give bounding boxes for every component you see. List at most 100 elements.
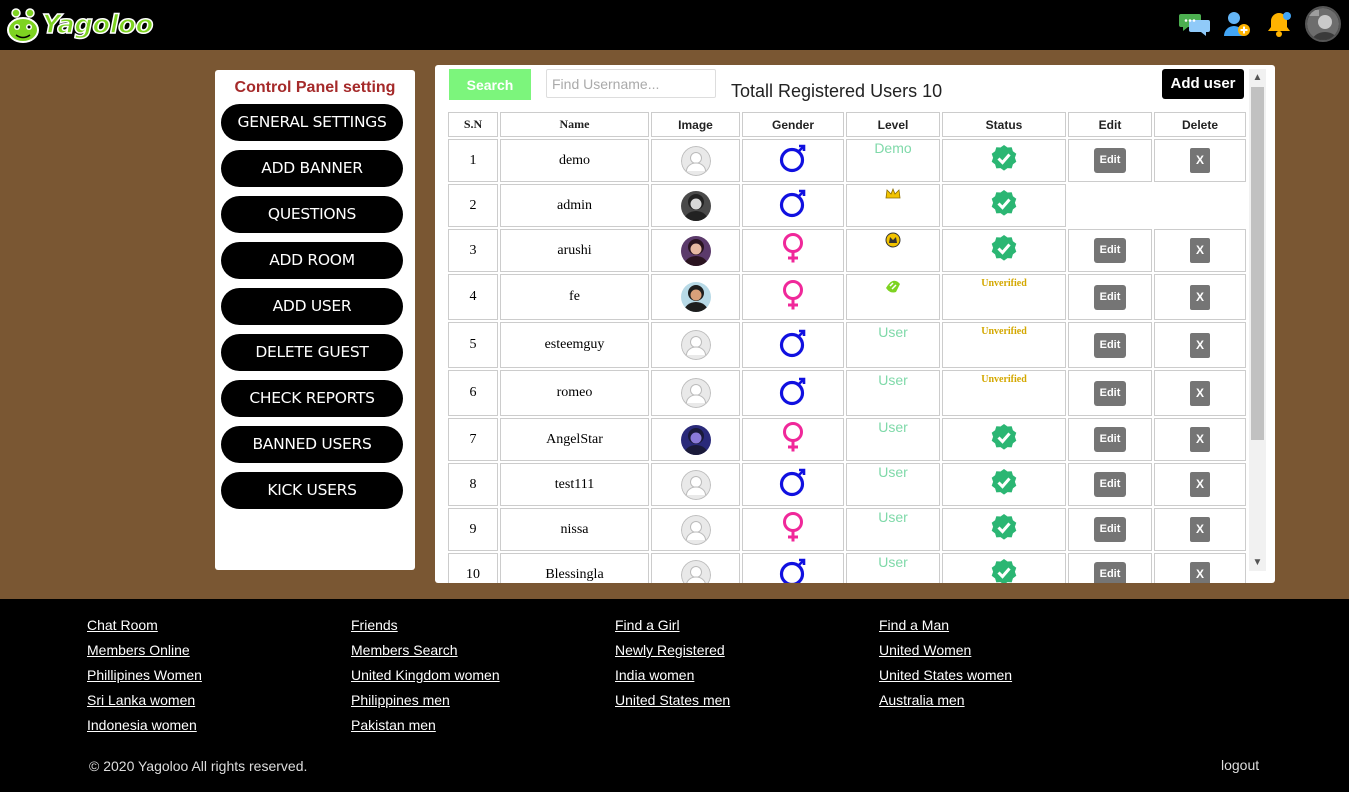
footer-link-pakistan-men[interactable]: Pakistan men [351,716,500,741]
cell-delete: X [1154,139,1246,182]
footer-link-find-a-girl[interactable]: Find a Girl [615,616,730,641]
delete-button[interactable]: X [1190,380,1210,406]
footer-link-united-states-women[interactable]: United States women [879,666,1012,691]
cell-name: admin [500,184,649,227]
footer-link-sri-lanka-women[interactable]: Sri Lanka women [87,691,202,716]
cell-level: User [846,370,940,416]
sidebar-item-kick-users[interactable]: KICK USERS [221,472,403,509]
edit-button[interactable]: Edit [1094,427,1126,452]
level-label: Demo [874,139,912,156]
cell-gender [742,463,844,506]
delete-button[interactable]: X [1190,472,1210,497]
cell-sn: 5 [448,322,498,368]
footer-link-india-women[interactable]: India women [615,666,730,691]
cell-level: User [846,508,940,551]
sidebar-item-add-banner[interactable]: ADD BANNER [221,150,403,187]
top-header: Yagoloo [0,0,1349,50]
table-row: 6 romeo User Unverified Edit X [448,370,1246,416]
footer-link-chat-room[interactable]: Chat Room [87,616,202,641]
footer-link-united-women[interactable]: United Women [879,641,1012,666]
cell-status [942,229,1066,272]
delete-button[interactable]: X [1190,238,1210,263]
cell-sn: 2 [448,184,498,227]
table-row: 7 AngelStar User Edit X [448,418,1246,461]
cell-delete: X [1154,322,1246,368]
footer-link-newly-registered[interactable]: Newly Registered [615,641,730,666]
avatar [680,424,711,455]
delete-button[interactable]: X [1190,517,1210,542]
cell-level [846,184,940,227]
delete-button[interactable]: X [1190,427,1210,452]
column-header-edit: Edit [1068,112,1152,137]
footer-link-philippines-men[interactable]: Philippines men [351,691,500,716]
cell-delete: X [1154,418,1246,461]
sidebar-item-add-user[interactable]: ADD USER [221,288,403,325]
footer-link-find-a-man[interactable]: Find a Man [879,616,1012,641]
scroll-up-icon[interactable]: ▲ [1249,69,1266,86]
column-header-delete: Delete [1154,112,1246,137]
sidebar-item-general-settings[interactable]: GENERAL SETTINGS [221,104,403,141]
delete-button[interactable]: X [1190,562,1210,583]
edit-button[interactable]: Edit [1094,238,1126,263]
footer-link-members-online[interactable]: Members Online [87,641,202,666]
sidebar-item-add-room[interactable]: ADD ROOM [221,242,403,279]
edit-button[interactable]: Edit [1094,332,1126,358]
sidebar-item-delete-guest[interactable]: DELETE GUEST [221,334,403,371]
footer-link-friends[interactable]: Friends [351,616,500,641]
sidebar-item-banned-users[interactable]: BANNED USERS [221,426,403,463]
search-button[interactable]: Search [449,69,531,100]
edit-button[interactable]: Edit [1094,562,1126,583]
cell-edit-empty [1068,184,1152,227]
cell-status [942,184,1066,227]
users-table: S.N Name Image Gender Level Status Edit Delete … [446,110,1248,583]
notification-bell-icon[interactable] [1263,7,1295,41]
cell-level [846,274,940,320]
edit-button[interactable]: Edit [1094,472,1126,497]
female-gender-icon [778,511,808,548]
cell-status [942,139,1066,182]
logo-text: Yagoloo [41,9,154,41]
male-gender-icon [778,467,808,502]
edit-button[interactable]: Edit [1094,517,1126,542]
footer-link-phillipines-women[interactable]: Phillipines Women [87,666,202,691]
search-input[interactable] [546,69,716,98]
footer-link-indonesia-women[interactable]: Indonesia women [87,716,202,741]
site-logo[interactable]: Yagoloo [6,4,154,46]
footer-column: Find a Man United Women United States wome… [879,616,1012,716]
footer-link-australia-men[interactable]: Australia men [879,691,1012,716]
add-user-button[interactable]: Add user [1162,69,1244,99]
avatar [680,378,711,408]
cell-edit: Edit [1068,463,1152,506]
cell-name: Blessingla [500,553,649,583]
cell-level: User [846,553,940,583]
cell-level: User [846,463,940,506]
cell-edit: Edit [1068,274,1152,320]
delete-button[interactable]: X [1190,284,1210,310]
edit-button[interactable]: Edit [1094,380,1126,406]
add-friend-icon[interactable] [1221,7,1253,41]
table-header-row: S.N Name Image Gender Level Status Edit Delete [448,112,1246,137]
sidebar-item-check-reports[interactable]: CHECK REPORTS [221,380,403,417]
sidebar-item-questions[interactable]: QUESTIONS [221,196,403,233]
logout-link[interactable]: logout [1221,757,1259,773]
cell-edit: Edit [1068,322,1152,368]
delete-button[interactable]: X [1190,148,1210,173]
cell-name: arushi [500,229,649,272]
scroll-thumb[interactable] [1251,87,1264,440]
table-row: 9 nissa User Edit X [448,508,1246,551]
cell-gender [742,418,844,461]
footer-link-united-states-men[interactable]: United States men [615,691,730,716]
delete-button[interactable]: X [1190,332,1210,358]
edit-button[interactable]: Edit [1094,148,1126,173]
scrollbar[interactable]: ▲ ▼ [1249,69,1266,571]
cell-sn: 8 [448,463,498,506]
verified-check-icon [990,234,1018,267]
chat-icon[interactable] [1179,7,1211,41]
scroll-down-icon[interactable]: ▼ [1249,554,1266,571]
footer-link-united-kingdom-women[interactable]: United Kingdom women [351,666,500,691]
female-gender-icon [778,279,808,316]
edit-button[interactable]: Edit [1094,284,1126,310]
user-avatar[interactable] [1305,6,1341,42]
cell-name: AngelStar [500,418,649,461]
footer-link-members-search[interactable]: Members Search [351,641,500,666]
